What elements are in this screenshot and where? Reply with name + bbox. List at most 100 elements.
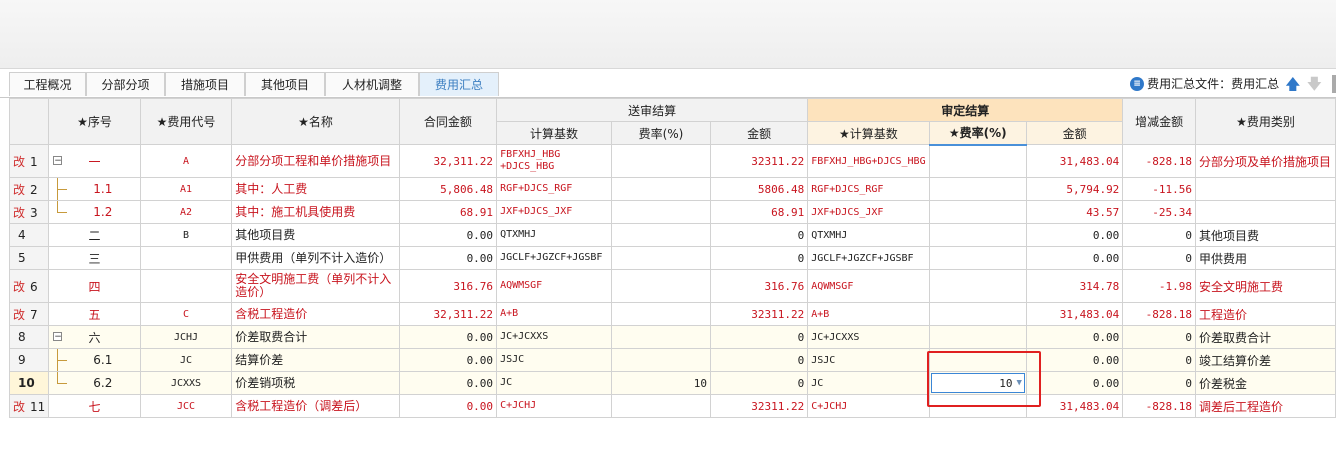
approved-base-cell[interactable]: RGF+DJCS_RGF (807, 177, 930, 201)
name-cell[interactable]: 价差销项税 (231, 371, 400, 395)
base-cell[interactable]: JGCLF+JGZCF+JGSBF (496, 246, 612, 270)
row-number-cell[interactable]: 5 (8, 246, 50, 270)
row-number-cell[interactable]: 8 (8, 325, 50, 349)
rate-cell[interactable] (610, 325, 711, 349)
rate-cell[interactable] (610, 177, 711, 201)
approved-rate-cell[interactable] (928, 269, 1027, 303)
collapse-icon[interactable]: − (53, 156, 63, 166)
code-cell[interactable]: A1 (139, 177, 233, 201)
rate-cell[interactable]: 10 (610, 371, 711, 395)
category-cell[interactable] (1194, 177, 1336, 201)
category-cell[interactable]: 价差税金 (1194, 371, 1336, 395)
approved-base-cell[interactable]: A+B (807, 302, 930, 326)
approved-rate-cell[interactable] (928, 348, 1027, 372)
code-cell[interactable]: A2 (139, 200, 233, 224)
approved-base-cell[interactable]: JC+JCXXS (807, 325, 930, 349)
category-cell[interactable]: 竣工结算价差 (1194, 348, 1336, 372)
approved-rate-cell[interactable]: 10 ▼ (928, 371, 1027, 395)
row-number-cell[interactable]: 改1 (8, 144, 50, 178)
code-cell[interactable]: JC (139, 348, 233, 372)
row-number-cell[interactable]: 改7 (8, 302, 50, 326)
header-approved-rate[interactable]: ★费率(%) (928, 121, 1027, 146)
table-row[interactable]: 10 6.2 JCXXS 价差销项税 0.00 JC 10 0 JC 10 ▼ 0.00 0 价差税金 (8, 371, 1336, 395)
header-contract[interactable]: 合同金额 (398, 98, 498, 145)
header-approved-amount[interactable]: 金额 (1025, 121, 1124, 145)
table-row[interactable]: 改 3 1.2 A2 其中：施工机具使用费 68.91 JXF+DJCS_JXF 68.91 J… (8, 200, 1336, 224)
row-number-cell[interactable]: 改6 (8, 269, 50, 303)
row-number-cell[interactable]: 10 (8, 371, 50, 395)
code-cell[interactable]: JCC (139, 394, 233, 418)
table-row[interactable]: 改 6 四安全文明施工费（单列不计入造价） 316.76 AQWMSGF 316.76 AQ… (8, 269, 1336, 303)
header-amount[interactable]: 金额 (709, 121, 809, 145)
seq-cell[interactable]: 五 (48, 302, 141, 326)
rate-cell[interactable] (610, 144, 711, 178)
category-cell[interactable]: 工程造价 (1194, 302, 1336, 326)
rate-cell[interactable] (610, 394, 711, 418)
category-cell[interactable]: 其他项目费 (1194, 223, 1336, 247)
base-cell[interactable]: FBFXHJ_HBG +DJCS_HBG (496, 144, 612, 178)
seq-cell[interactable]: 七 (48, 394, 141, 418)
seq-cell[interactable]: 6.1 (48, 348, 141, 372)
approved-base-cell[interactable]: QTXMHJ (807, 223, 930, 247)
name-cell[interactable]: 价差取费合计 (231, 325, 400, 349)
approved-rate-cell[interactable] (928, 325, 1027, 349)
approved-rate-cell[interactable] (928, 302, 1027, 326)
approved-rate-cell[interactable] (928, 246, 1027, 270)
base-cell[interactable]: JC+JCXXS (496, 325, 612, 349)
seq-cell[interactable]: − 一 (48, 144, 141, 178)
code-cell[interactable]: C (139, 302, 233, 326)
table-row[interactable]: 改 11 七 JCC 含税工程造价（调差后） 0.00 C+JCHJ 32311.22 C+JC… (8, 394, 1336, 418)
approved-base-cell[interactable]: JXF+DJCS_JXF (807, 200, 930, 224)
header-rate[interactable]: 费率(%) (610, 121, 711, 145)
row-number-cell[interactable]: 9 (8, 348, 50, 372)
row-number-cell[interactable]: 4 (8, 223, 50, 247)
row-number-cell[interactable]: 改3 (8, 200, 50, 224)
category-cell[interactable]: 价差取费合计 (1194, 325, 1336, 349)
code-cell[interactable]: JCHJ (139, 325, 233, 349)
approved-base-cell[interactable]: JSJC (807, 348, 930, 372)
name-cell[interactable]: 其中：人工费 (231, 177, 400, 201)
table-row[interactable]: 改 7 五 C 含税工程造价 32,311.22 A+B 32311.22 A+B 31,483.… (8, 302, 1336, 326)
base-cell[interactable]: QTXMHJ (496, 223, 612, 247)
table-row[interactable]: 改1−−一A分部分项工程和单价措施项目32,311.22FBFXHJ_HBG +… (8, 144, 1336, 178)
base-cell[interactable]: JSJC (496, 348, 612, 372)
tab-measures[interactable]: 措施项目 (165, 72, 245, 96)
collapse-icon[interactable]: − (53, 332, 63, 342)
header-seq[interactable]: ★序号 (48, 98, 141, 145)
base-cell[interactable]: RGF+DJCS_RGF (496, 177, 612, 201)
seq-cell[interactable]: 四 (48, 269, 141, 303)
approved-rate-cell[interactable] (928, 223, 1027, 247)
approved-rate-cell[interactable] (928, 394, 1027, 418)
seq-cell[interactable]: − 六 (48, 325, 141, 349)
approved-base-cell[interactable]: AQWMSGF (807, 269, 930, 303)
tab-project-overview[interactable]: 工程概况 (9, 72, 86, 96)
base-cell[interactable]: A+B (496, 302, 612, 326)
header-category[interactable]: ★费用类别 (1194, 98, 1336, 145)
seq-cell[interactable]: 1.2 (48, 200, 141, 224)
name-cell[interactable]: 其他项目费 (231, 223, 400, 247)
header-code[interactable]: ★费用代号 (139, 98, 233, 145)
category-cell[interactable]: 安全文明施工费 (1194, 269, 1336, 303)
base-cell[interactable]: JC (496, 371, 612, 395)
approved-base-cell[interactable]: JGCLF+JGZCF+JGSBF (807, 246, 930, 270)
table-row[interactable]: 4 二 B 其他项目费 0.00 QTXMHJ 0 QTXMHJ 0.00 0 其他项目费 (8, 223, 1336, 247)
name-cell[interactable]: 其中：施工机具使用费 (231, 200, 400, 224)
approved-rate-input[interactable]: 10 ▼ (930, 373, 1025, 393)
base-cell[interactable]: C+JCHJ (496, 394, 612, 418)
name-cell[interactable]: 结算价差 (231, 348, 400, 372)
table-row[interactable]: 8−−六JCHJ价差取费合计0.00JC+JCXXS0JC+JCXXS0.000… (8, 325, 1336, 349)
category-cell[interactable]: 分部分项及单价措施项目 (1194, 144, 1336, 178)
tab-divisional[interactable]: 分部分项 (86, 72, 165, 96)
scroll-handle[interactable] (1332, 75, 1336, 93)
code-cell[interactable] (139, 246, 233, 270)
rate-cell[interactable] (610, 223, 711, 247)
code-cell[interactable]: B (139, 223, 233, 247)
category-cell[interactable]: 甲供费用 (1194, 246, 1336, 270)
header-approved-base[interactable]: ★计算基数 (807, 121, 930, 145)
header-diff[interactable]: 增减金额 (1122, 98, 1196, 145)
rate-cell[interactable] (610, 269, 711, 303)
seq-cell[interactable]: 二 (48, 223, 141, 247)
rate-cell[interactable] (610, 200, 711, 224)
header-name[interactable]: ★名称 (231, 98, 400, 145)
category-cell[interactable] (1194, 200, 1336, 224)
